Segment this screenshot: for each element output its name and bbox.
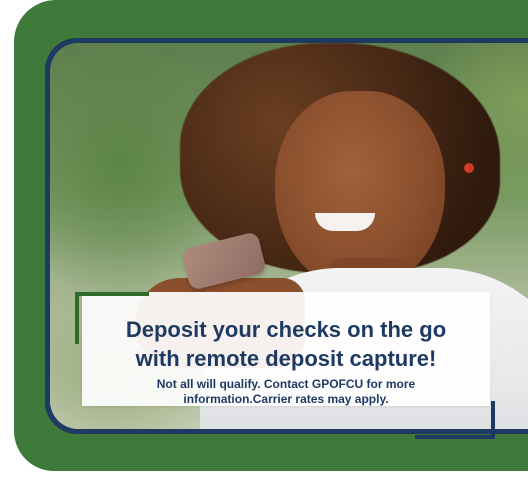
earring-detail — [464, 163, 474, 173]
promo-banner: Deposit your checks on the go with remot… — [0, 0, 528, 499]
banner-heading: Deposit your checks on the go with remot… — [125, 317, 447, 371]
photo-smile-detail — [315, 213, 375, 231]
banner-disclaimer: Not all will qualify. Contact GPOFCU for… — [156, 377, 416, 406]
